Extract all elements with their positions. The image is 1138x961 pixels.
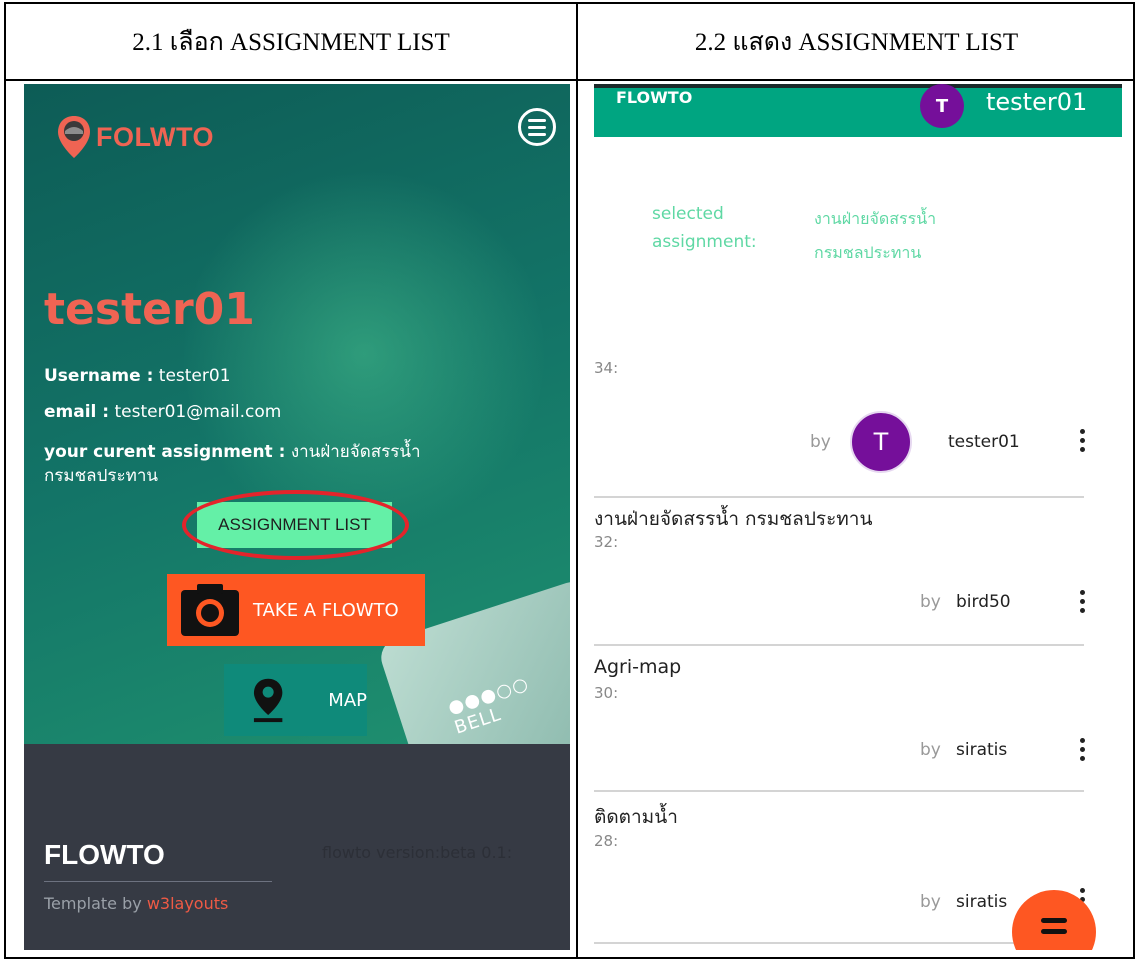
email-line: email : tester01@mail.com <box>44 402 281 422</box>
map-label: MAP <box>328 689 367 711</box>
list-divider <box>594 942 1084 944</box>
selected-label-line-1: selected <box>652 204 724 224</box>
by-label: by <box>920 892 941 912</box>
column-divider <box>576 4 578 957</box>
selected-label-line-2: assignment: <box>652 232 757 252</box>
header-right: 2.2 แสดง ASSIGNMENT LIST <box>694 28 1019 56</box>
template-link[interactable]: w3layouts <box>147 894 229 913</box>
item-title: งานฝ่ายจัดสรรน้ำ กรมชลประทาน <box>594 508 873 530</box>
footer: FLOWTO flowto version:beta 0.1: Template… <box>24 744 570 950</box>
selected-assignment-value: งานฝ่ายจัดสรรน้ำ กรมชลประทาน <box>814 202 936 270</box>
map-marker-icon <box>253 678 283 723</box>
more-vert-icon[interactable] <box>1080 590 1086 613</box>
list-divider <box>594 496 1084 498</box>
assignment-line: your curent assignment : งานฝ่ายจัดสรรน้… <box>44 438 421 465</box>
current-user-name[interactable]: tester01 <box>986 88 1087 116</box>
assignment-line-2: กรมชลประทาน <box>44 462 158 489</box>
map-pin-icon <box>58 116 90 158</box>
username-label: Username : <box>44 366 154 386</box>
background-glow <box>184 164 544 544</box>
highlight-circle <box>182 490 409 560</box>
right-phone-screen: FLOWTO T tester01 selected assignment: ง… <box>594 84 1122 950</box>
selected-assignment-label: selected assignment: <box>652 200 757 256</box>
item-title: Agri-map <box>594 656 682 678</box>
assignment-label: your curent assignment : <box>44 442 286 462</box>
menu-icon-bar <box>528 125 546 129</box>
take-flowto-label: TAKE A FLOWTO <box>253 599 399 621</box>
by-label: by <box>920 740 941 760</box>
selected-value-line-1: งานฝ่ายจัดสรรน้ำ <box>814 209 937 228</box>
item-author: siratis <box>956 892 1008 912</box>
more-vert-icon[interactable] <box>1080 738 1086 761</box>
take-flowto-button[interactable]: TAKE A FLOWTO <box>167 574 425 646</box>
item-number: 34: <box>594 359 619 377</box>
item-author: siratis <box>956 740 1008 760</box>
item-author: tester01 <box>948 432 1020 452</box>
app-logo[interactable]: FOLWTO <box>56 114 214 160</box>
username-heading: tester01 <box>44 284 255 335</box>
left-phone-screen: ●●●○○ BELL FOLWTO tester01 Username : te… <box>24 84 570 950</box>
avatar[interactable]: T <box>850 411 912 473</box>
by-label: by <box>920 592 941 612</box>
item-author: bird50 <box>956 592 1011 612</box>
list-divider <box>594 644 1084 646</box>
item-number: 30: <box>594 684 619 702</box>
template-credit: Template by w3layouts <box>44 894 228 913</box>
app-brand[interactable]: FLOWTO <box>616 88 692 107</box>
menu-icon-bar <box>528 118 546 122</box>
list-divider <box>594 790 1084 792</box>
username-line: Username : tester01 <box>44 366 231 386</box>
selected-value-line-2: กรมชลประทาน <box>814 243 922 262</box>
map-button[interactable]: MAP <box>224 664 367 736</box>
template-prefix: Template by <box>44 894 142 913</box>
by-label: by <box>810 432 831 452</box>
app-bar: FLOWTO T tester01 <box>594 84 1122 137</box>
menu-icon-bar <box>1041 929 1067 934</box>
version-text: flowto version:beta 0.1: <box>322 843 513 862</box>
table-header-row: 2.1 เลือก ASSIGNMENT LIST 2.2 แสดง ASSIG… <box>6 4 1133 81</box>
footer-divider <box>44 881 272 882</box>
footer-brand: FLOWTO <box>44 839 165 870</box>
more-vert-icon[interactable] <box>1080 429 1086 452</box>
assignment-value-2: กรมชลประทาน <box>44 466 159 486</box>
email-label: email : <box>44 402 110 422</box>
username-value: tester01 <box>158 366 231 386</box>
avatar[interactable]: T <box>920 84 964 128</box>
item-title: ติดตามน้ำ <box>594 806 678 828</box>
email-value: tester01@mail.com <box>114 402 282 422</box>
hamburger-menu-button[interactable] <box>518 108 556 146</box>
logo-text: FOLWTO <box>96 121 214 152</box>
header-left: 2.1 เลือก ASSIGNMENT LIST <box>132 28 450 56</box>
menu-icon-bar <box>1041 918 1067 923</box>
item-number: 28: <box>594 832 619 850</box>
menu-icon-bar <box>528 132 546 136</box>
camera-icon <box>181 584 239 636</box>
assignment-value-1: งานฝ่ายจัดสรรน้ำ <box>290 442 421 462</box>
item-number: 32: <box>594 533 619 551</box>
